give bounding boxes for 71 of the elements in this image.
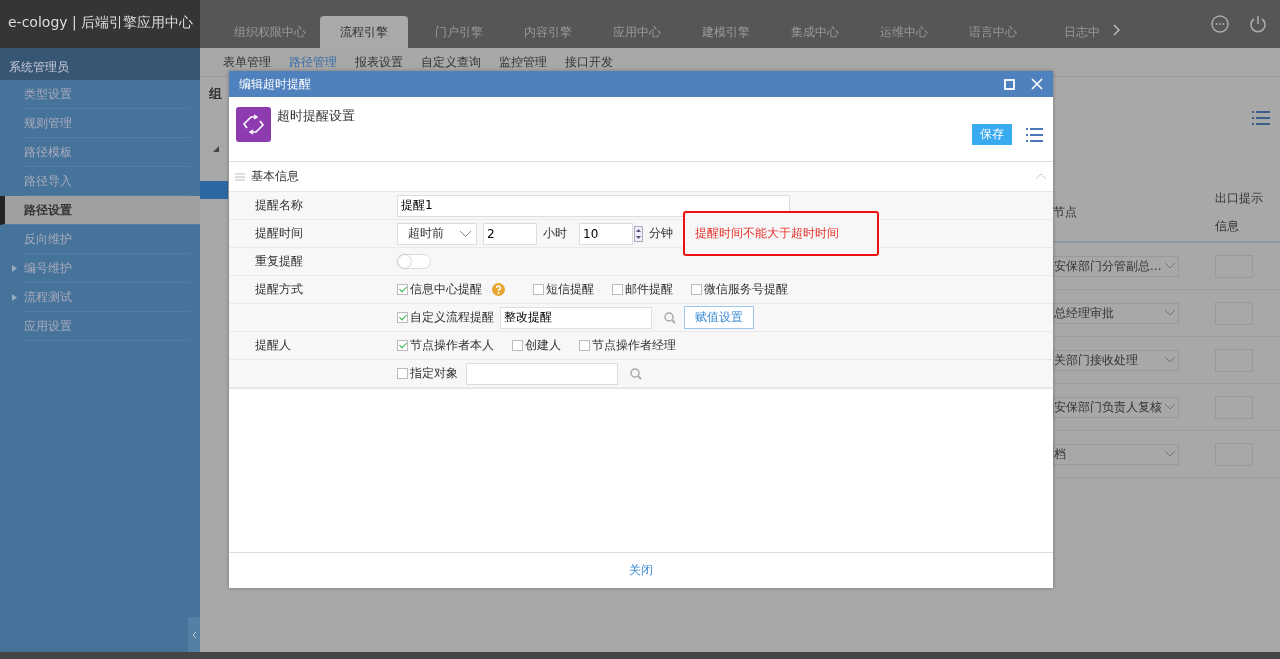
nav-tab[interactable]: 流程引擎 <box>320 16 408 48</box>
drag-handle-icon <box>235 172 245 181</box>
checkbox-option[interactable]: 自定义流程提醒 <box>397 309 494 326</box>
sidebar-header: 系统管理员 <box>0 48 200 80</box>
search-icon[interactable] <box>664 311 676 324</box>
node-dropdown[interactable]: 档 <box>1053 443 1179 465</box>
assign-settings-button[interactable]: 赋值设置 <box>684 306 754 329</box>
subnav-link[interactable]: 监控管理 <box>490 53 556 71</box>
chevron-down-icon[interactable] <box>1164 262 1176 270</box>
hours-input[interactable]: 2 <box>483 222 537 245</box>
dialog-title: 编辑超时提醒 <box>239 75 311 93</box>
help-icon[interactable] <box>492 283 505 296</box>
field-label: 提醒人 <box>254 337 292 354</box>
checkbox-option[interactable]: 指定对象 <box>397 365 458 382</box>
toggle-switch[interactable] <box>397 254 431 269</box>
checkbox-option[interactable]: 创建人 <box>512 337 561 354</box>
unit-label: 分钟 <box>649 225 673 242</box>
sidebar-item[interactable]: 路径设置 <box>0 196 200 225</box>
section-title: 基本信息 <box>251 168 299 185</box>
subnav-link[interactable]: 报表设置 <box>346 53 412 71</box>
page-title: 组 <box>209 85 222 103</box>
checkbox-option[interactable]: 邮件提醒 <box>612 281 673 298</box>
chevron-down-icon[interactable] <box>1164 356 1176 364</box>
subnav-link[interactable]: 表单管理 <box>214 53 280 71</box>
maximize-icon[interactable] <box>1004 78 1015 90</box>
tree-selection-bar <box>200 181 228 199</box>
checkbox-option[interactable]: 信息中心提醒 <box>397 281 482 298</box>
power-icon[interactable] <box>1248 14 1268 34</box>
checkbox-option[interactable]: 微信服务号提醒 <box>691 281 788 298</box>
node-dropdown[interactable]: 安保部门分管副总... <box>1053 255 1179 277</box>
collapse-handle[interactable] <box>188 617 200 652</box>
list-icon[interactable] <box>1252 111 1270 125</box>
spinner-icon[interactable] <box>634 225 643 242</box>
node-dropdown[interactable]: 安保部门负责人复核 <box>1053 396 1179 418</box>
node-dropdown[interactable]: 关部门接收处理 <box>1053 349 1179 371</box>
field-label: 重复提醒 <box>254 253 304 270</box>
chevron-down-icon[interactable] <box>1164 450 1176 458</box>
search-icon[interactable] <box>630 367 642 380</box>
checkbox-option[interactable]: 短信提醒 <box>533 281 594 298</box>
expand-triangle-icon[interactable] <box>12 264 17 272</box>
field-label: 提醒名称 <box>254 197 304 214</box>
list-icon[interactable] <box>1026 127 1043 142</box>
checkbox-option[interactable]: 节点操作者本人 <box>397 337 494 354</box>
expand-triangle-icon[interactable] <box>12 293 17 301</box>
column-header: 节点 <box>1053 203 1078 221</box>
workflow-app-icon <box>236 107 271 142</box>
column-header: 出口提示信息 <box>1215 190 1264 235</box>
checkbox-option[interactable]: 节点操作者经理 <box>579 337 676 354</box>
node-dropdown[interactable]: 总经理审批 <box>1053 302 1179 324</box>
collapse-caret-icon[interactable] <box>1035 173 1047 180</box>
target-input[interactable] <box>466 362 618 385</box>
field-label: 提醒时间 <box>254 225 304 242</box>
chevron-down-icon[interactable] <box>1164 309 1176 317</box>
app-logo: e-cology | 后端引擎应用中心 <box>0 0 200 48</box>
minutes-input[interactable]: 10 <box>579 222 633 245</box>
workflow-input[interactable]: 整改提醒 <box>500 306 652 329</box>
error-message: 提醒时间不能大于超时时间 <box>683 211 879 256</box>
close-icon[interactable] <box>1031 78 1043 90</box>
close-link[interactable]: 关闭 <box>629 562 653 579</box>
chevron-down-icon[interactable] <box>1164 403 1176 411</box>
more-icon[interactable] <box>1210 14 1230 34</box>
subnav-link[interactable]: 接口开发 <box>556 53 622 71</box>
timing-dropdown[interactable]: 超时前 <box>397 222 477 245</box>
chevron-down-icon[interactable] <box>459 229 472 238</box>
collapse-triangle-icon[interactable] <box>213 146 219 152</box>
field-label: 提醒方式 <box>254 281 304 298</box>
dialog-heading: 超时提醒设置 <box>277 107 355 125</box>
unit-label: 小时 <box>543 225 567 242</box>
chevron-right-icon[interactable] <box>1112 24 1120 36</box>
name-input[interactable]: 提醒1 <box>397 194 790 217</box>
subnav-link[interactable]: 自定义查询 <box>412 53 490 71</box>
